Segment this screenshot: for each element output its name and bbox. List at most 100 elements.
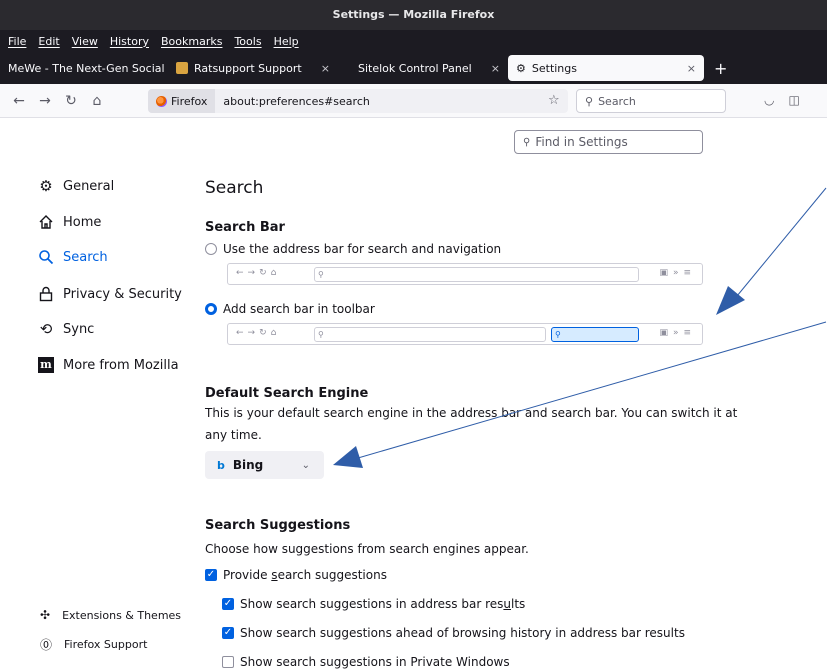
sidebar-item-more-from-mozilla[interactable]: m More from Mozilla [38, 357, 179, 373]
url-text: about:preferences#search [223, 94, 370, 108]
tab-bar: MeWe - The Next-Gen Social × Ratsupport … [0, 52, 827, 84]
menu-help[interactable]: Help [274, 35, 299, 48]
sidebar-item-home[interactable]: Home [38, 214, 101, 230]
tab-label: MeWe - The Next-Gen Social [8, 61, 165, 75]
search-engine-dropdown[interactable]: b Bing ⌄ [205, 451, 324, 479]
search-icon: ⚲ [523, 136, 531, 148]
checkbox-provide-suggestions[interactable]: ✓ Provide search suggestions [205, 568, 387, 582]
tab-label: Ratsupport Support [194, 61, 302, 75]
search-suggestions-description: Choose how suggestions from search engin… [205, 542, 529, 556]
radio-add-search-bar[interactable]: Add search bar in toolbar [205, 302, 375, 316]
firefox-logo-icon [156, 95, 167, 107]
radio-label: Add search bar in toolbar [223, 302, 375, 316]
checkbox[interactable] [222, 656, 234, 668]
checkbox[interactable]: ✓ [205, 569, 217, 581]
pocket-icon[interactable]: ◡ [764, 93, 774, 107]
menu-tools[interactable]: Tools [234, 35, 261, 48]
menu-history[interactable]: History [110, 35, 149, 48]
default-engine-heading: Default Search Engine [205, 386, 369, 401]
radio-use-address-bar[interactable]: Use the address bar for search and navig… [205, 242, 501, 256]
page-title: Search [205, 178, 264, 198]
tab-sitelok[interactable]: Sitelok Control Panel × [338, 55, 508, 81]
sidebar-item-label: Sync [63, 321, 95, 337]
checkbox-address-bar-suggestions[interactable]: ✓ Show search suggestions in address bar… [222, 597, 525, 611]
sidebar-item-label: Privacy & Security [63, 286, 182, 302]
toolbar-search-input[interactable]: ⚲ Search [576, 89, 726, 113]
search-bar-heading: Search Bar [205, 220, 285, 235]
sidebar-item-privacy[interactable]: Privacy & Security [38, 286, 182, 302]
radio-button[interactable] [205, 243, 217, 255]
tab-settings[interactable]: ⚙ Settings × [508, 55, 704, 81]
home-icon [38, 214, 54, 230]
identity-label: Firefox [171, 94, 208, 108]
close-icon[interactable]: × [321, 62, 330, 75]
preview-menu-icons: ▣»≡ [659, 268, 696, 278]
annotation-arrow-line [736, 187, 827, 297]
mozilla-logo-icon: m [38, 357, 54, 373]
sync-icon: ⟲ [39, 320, 53, 338]
tab-favicon-icon [176, 62, 188, 74]
chevron-down-icon: ⌄ [301, 459, 310, 471]
menu-bar: File Edit View History Bookmarks Tools H… [0, 30, 827, 52]
menu-file[interactable]: File [8, 35, 26, 48]
checkbox[interactable]: ✓ [222, 598, 234, 610]
sidebar-item-search[interactable]: Search [38, 249, 108, 265]
default-engine-description: This is your default search engine in th… [205, 406, 738, 420]
close-icon[interactable]: × [491, 62, 500, 75]
home-icon[interactable]: ⌂ [84, 93, 110, 109]
checkbox[interactable]: ✓ [222, 627, 234, 639]
sidebar-item-label: General [63, 178, 115, 194]
menu-edit[interactable]: Edit [38, 35, 59, 48]
firefox-support-link[interactable]: ⓪ Firefox Support [40, 636, 147, 653]
extensions-themes-link[interactable]: ✣ Extensions & Themes [40, 608, 181, 622]
new-tab-button[interactable]: + [704, 59, 737, 78]
address-bar[interactable]: Firefox about:preferences#search [148, 89, 568, 113]
sidebar-icon[interactable]: ◫ [788, 93, 799, 107]
search-icon: ⚲ [585, 94, 594, 108]
sidebar-item-sync[interactable]: ⟲ Sync [38, 320, 95, 338]
default-engine-description-cont: any time. [205, 428, 262, 442]
radio-button[interactable] [205, 303, 217, 315]
checkbox-private-windows[interactable]: Show search suggestions in Private Windo… [222, 655, 510, 669]
puzzle-icon: ✣ [40, 608, 51, 622]
toolbar-right: ◡ ◫ [764, 93, 800, 107]
tab-mewe[interactable]: MeWe - The Next-Gen Social × [0, 55, 168, 81]
search-bar-preview: ←→↻⌂ ⚲ ⚲ ▣»≡ [227, 323, 703, 345]
gear-icon: ⚙ [39, 177, 53, 195]
reload-icon[interactable]: ↻ [58, 93, 84, 109]
preview-searchbar: ⚲ [551, 327, 639, 342]
checkbox-label: Show search suggestions in address bar r… [240, 597, 526, 611]
annotation-arrowhead [716, 286, 745, 315]
footer-label: Firefox Support [64, 638, 148, 651]
tab-label: Settings [531, 61, 577, 75]
checkbox-label: Show search suggestions ahead of browsin… [240, 626, 685, 640]
forward-icon[interactable]: → [32, 93, 58, 109]
nav-bar: ← → ↻ ⌂ Firefox about:preferences#search… [0, 84, 827, 118]
sidebar-item-label: More from Mozilla [63, 357, 179, 373]
preview-menu-icons: ▣»≡ [659, 328, 696, 338]
gear-icon: ⚙ [516, 61, 526, 75]
close-icon[interactable]: × [687, 62, 696, 75]
back-icon[interactable]: ← [6, 93, 32, 109]
find-in-settings-input[interactable]: ⚲ Find in Settings [514, 130, 703, 154]
preview-nav-icons: ←→↻⌂ [236, 328, 281, 338]
identity-box[interactable]: Firefox [148, 89, 216, 113]
search-placeholder: Search [598, 94, 636, 108]
bookmark-star-icon[interactable]: ☆ [548, 93, 560, 108]
menu-bookmarks[interactable]: Bookmarks [161, 35, 222, 48]
sidebar-item-label: Home [63, 214, 102, 230]
checkbox-label: Show search suggestions in Private Windo… [240, 655, 510, 669]
tab-ratsupport[interactable]: Ratsupport Support × [168, 55, 338, 81]
preview-nav-icons: ←→↻⌂ [236, 268, 281, 278]
checkbox-suggestions-ahead[interactable]: ✓ Show search suggestions ahead of brows… [222, 626, 685, 640]
preview-urlbar: ⚲ [314, 267, 639, 282]
engine-label: Bing [232, 458, 264, 472]
sidebar-item-general[interactable]: ⚙ General [38, 177, 115, 195]
menu-view[interactable]: View [72, 35, 98, 48]
bing-icon: b [217, 458, 225, 472]
find-placeholder: Find in Settings [535, 135, 628, 149]
annotation-arrowhead [333, 446, 363, 468]
radio-label: Use the address bar for search and navig… [223, 242, 502, 256]
lock-icon [38, 286, 54, 302]
help-icon: ⓪ [40, 638, 53, 652]
